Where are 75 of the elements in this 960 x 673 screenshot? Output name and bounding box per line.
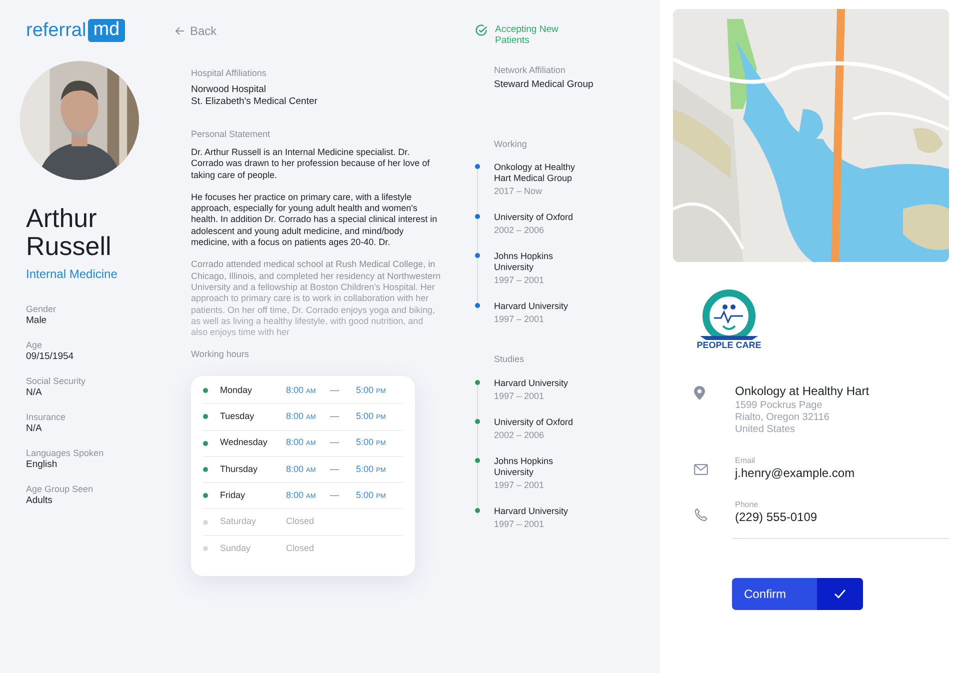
hospital-name: Norwood Hospital [191, 84, 267, 96]
envelope-icon [694, 464, 708, 475]
day-name: Monday [220, 384, 254, 397]
closed-text: Closed [286, 515, 314, 528]
timeline-title: Johns Hopkins University [494, 456, 554, 478]
logo-badge: md [88, 19, 125, 42]
time-dash: — [330, 384, 340, 397]
field-label: Insurance [26, 411, 67, 423]
field-value: 09/15/1954 [26, 351, 75, 363]
day-name: Tuesday [220, 410, 256, 424]
contact-label: Phone [735, 500, 760, 510]
hospital-name: St. Elizabeth's Medical Center [191, 96, 318, 108]
timeline-title: Harvard University [494, 506, 570, 517]
logo-wordmark: referral [26, 21, 86, 40]
statement-paragraph: He focuses her practice on primary care, with a lifestyle approach, especially for young adult health and women's health. In addition Dr. Corrado has a special clinical interest in adolescent and young adult medicine, and mind/body medicine, with a focus on patients ages 20-40. Dr. [191, 192, 438, 248]
status-text: Accepting New Patients [495, 24, 560, 46]
field-label: Social Security [26, 375, 87, 387]
section-label: Studies [494, 353, 526, 366]
address-line: Rialto, Oregon 32116 [735, 412, 830, 424]
field-value: Male [26, 315, 48, 327]
specialty: Internal Medicine [26, 266, 118, 283]
timeline-title: University of Oxford [494, 416, 574, 428]
day-name: Thursday [220, 462, 259, 476]
day-name: Wednesday [220, 436, 268, 450]
day-name: Saturday [220, 515, 258, 528]
contact-label: Email [735, 456, 756, 466]
field-label: Languages Spoken [26, 447, 105, 459]
time-dash: — [330, 462, 340, 476]
network-name: Steward Medical Group [494, 78, 594, 92]
location-pin-icon [694, 386, 705, 400]
timeline-years: 1997 – 2001 [494, 314, 546, 326]
timeline-years: 1997 – 2001 [494, 275, 546, 286]
timeline-years: 1997 – 2001 [494, 480, 546, 491]
statement-paragraph: Corrado attended medical school at Rush Medical College, in Chicago, Illinois, and completed her residency at Northwestern University and a fellowship at Boston Children's Hospital. Her approach to primary care is to work in collaboration with her patients. On her off time, Dr. Corrado enjoys yoga and biking, as well as living a healthy lifestyle, with good nutrition, and also enjoys time with her [191, 259, 441, 338]
section-label: Network Affiliation [494, 64, 566, 77]
field-value: Adults [26, 495, 54, 507]
address-line: 1599 Pockrus Page [735, 400, 824, 412]
field-value: N/A [26, 387, 43, 399]
arrow-left-icon [175, 26, 185, 36]
check-circle-icon [475, 24, 488, 37]
field-value: N/A [26, 423, 43, 435]
section-label: Working hours [191, 348, 250, 362]
closed-text: Closed [286, 542, 314, 556]
address-line: United States [735, 424, 796, 436]
field-label: Age [26, 339, 44, 351]
field-label: Age Group Seen [26, 483, 94, 495]
timeline-years: 2002 – 2006 [494, 225, 546, 236]
section-label: Personal Statement [191, 128, 272, 140]
field-value: English [26, 459, 58, 471]
timeline-title: Johns Hopkins University [494, 251, 554, 274]
field-label: Gender [26, 303, 58, 315]
contact-value: j.henry@example.com [735, 466, 855, 480]
timeline-years: 1997 – 2001 [494, 518, 546, 530]
timeline-title: Onkology at Healthy Hart Medical Group [494, 162, 576, 184]
time-dash: — [330, 410, 340, 424]
timeline-years: 1997 – 2001 [494, 390, 546, 402]
confirm-button[interactable]: Confirm [732, 578, 863, 610]
timeline-title: Harvard University [494, 378, 570, 389]
section-label: Working [494, 138, 528, 151]
day-name: Sunday [220, 542, 252, 556]
hospital-name: PEOPLE CARE [696, 341, 762, 350]
timeline-title: University of Oxford [494, 212, 574, 224]
day-name: Friday [220, 489, 246, 502]
time-dash: — [330, 489, 340, 502]
statement-paragraph: Dr. Arthur Russell is an Internal Medicine specialist. Dr. Corrado was drawn to her profession because of her love of taking care of people. [191, 147, 431, 181]
timeline-title: Harvard University [494, 301, 570, 312]
contact-value: (229) 555-0109 [735, 510, 818, 524]
checkmark-icon [834, 589, 846, 599]
time-dash: — [330, 436, 340, 450]
timeline-years: 2017 – Now [494, 186, 544, 198]
place-name: Onkology at Healthy Hart [735, 384, 870, 398]
timeline-years: 2002 – 2006 [494, 430, 546, 441]
section-label: Hospital Affiliations [191, 67, 268, 80]
phone-icon [694, 508, 708, 522]
doctor-name: Arthur Russell [26, 204, 112, 260]
